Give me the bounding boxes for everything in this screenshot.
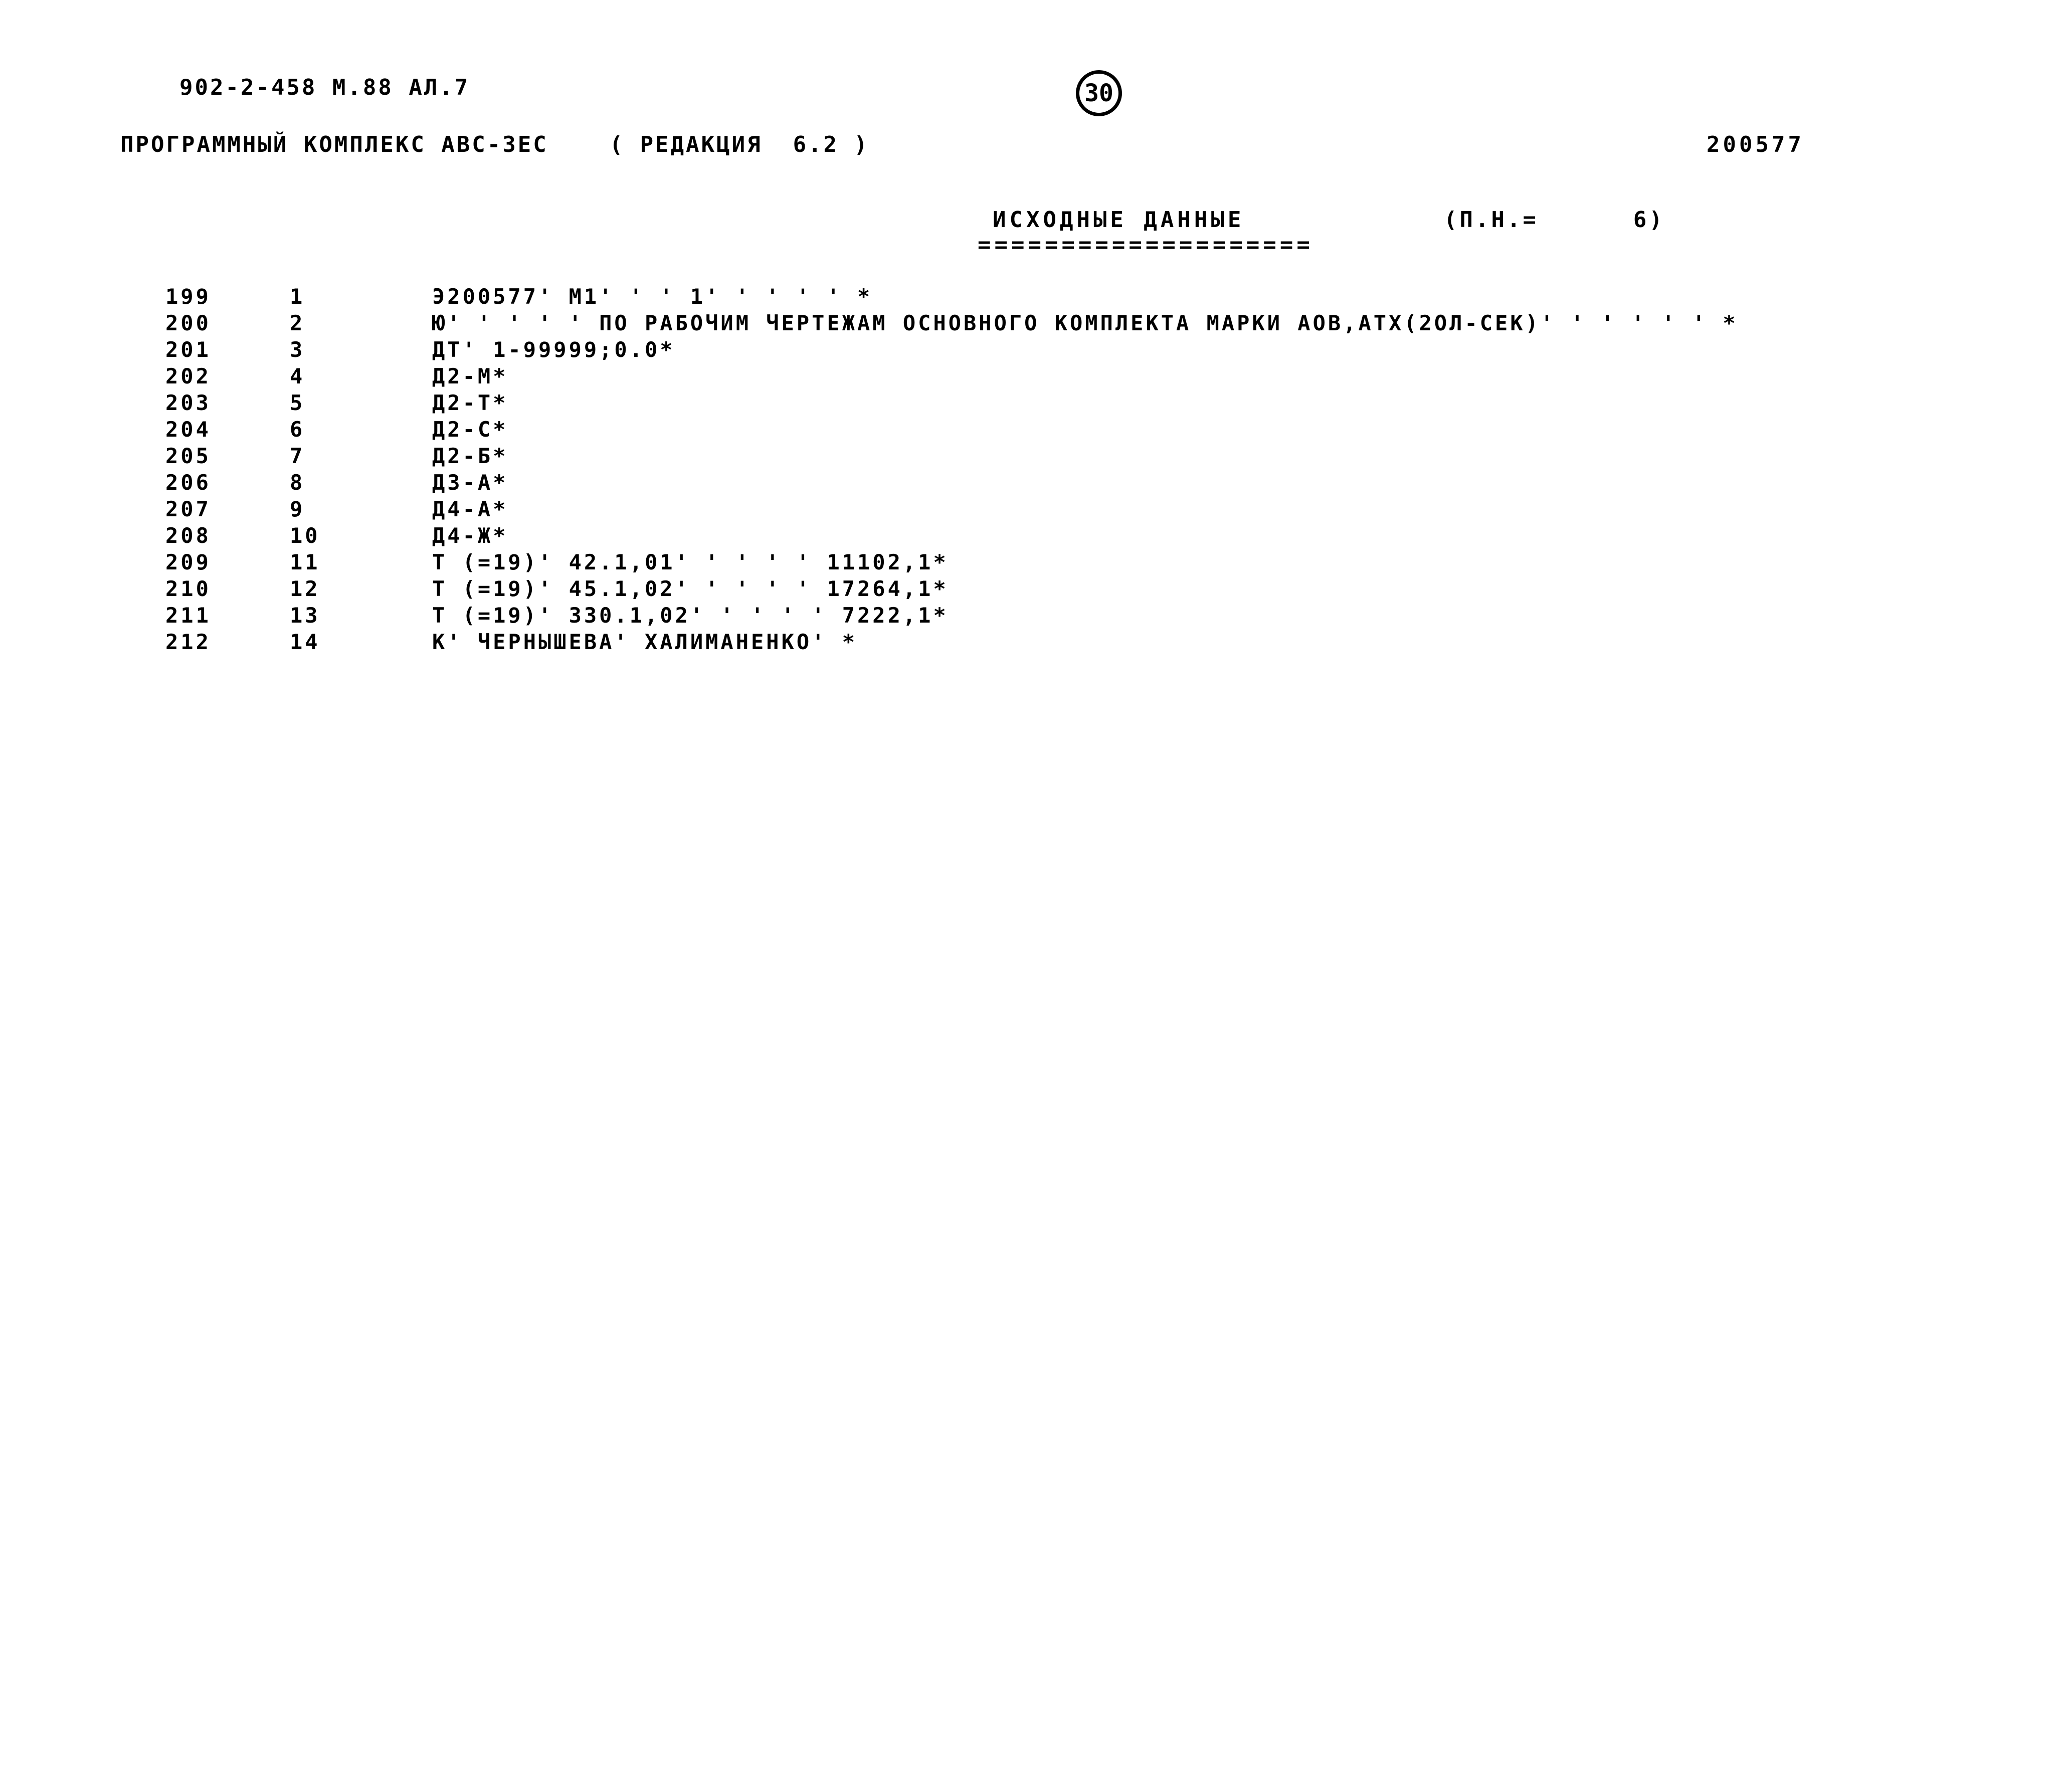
table-row: 200 2 Ю' ' ' ' ' ПО РАБОЧИМ ЧЕРТЕЖАМ ОСНОВ…	[0, 310, 2072, 336]
row-statement-text: Д2-Т*	[432, 390, 508, 415]
row-line-number: 9	[290, 497, 305, 521]
row-line-number: 3	[290, 337, 305, 362]
row-line-number: 2	[290, 311, 305, 335]
row-line-number: 11	[290, 550, 320, 574]
table-row: 202 4 Д2-М*	[0, 363, 2072, 389]
section-pn-label: (П.Н.= 6)	[1444, 207, 1665, 233]
row-sequence-number: 212	[165, 630, 211, 654]
table-row: 212 14 К' ЧЕРНЫШЕВА' ХАЛИМАНЕНКО' *	[0, 629, 2072, 655]
row-sequence-number: 208	[165, 523, 211, 548]
table-row: 201 3 ДТ' 1-99999;0.0*	[0, 336, 2072, 363]
row-line-number: 6	[290, 417, 305, 442]
row-statement-text: Т (=19)' 330.1,02' ' ' ' ' 7222,1*	[432, 603, 949, 628]
row-statement-text: Э200577' М1' ' ' 1' ' ' ' ' *	[432, 284, 873, 309]
row-statement-text: Д2-М*	[432, 364, 508, 388]
row-statement-text: ДТ' 1-99999;0.0*	[432, 337, 675, 362]
row-statement-text: Д4-Ж*	[432, 523, 508, 548]
table-row: 208 10 Д4-Ж*	[0, 522, 2072, 549]
row-statement-text: Ю' ' ' ' ' ПО РАБОЧИМ ЧЕРТЕЖАМ ОСНОВНОГО…	[432, 311, 1738, 335]
table-row: 199 1 Э200577' М1' ' ' 1' ' ' ' ' *	[0, 283, 2072, 310]
row-sequence-number: 204	[165, 417, 211, 442]
row-statement-text: Д2-С*	[432, 417, 508, 442]
row-line-number: 12	[290, 576, 320, 601]
row-line-number: 5	[290, 390, 305, 415]
row-statement-text: Т (=19)' 45.1,02' ' ' ' ' 17264,1*	[432, 576, 949, 601]
row-statement-text: Д2-Б*	[432, 444, 508, 468]
table-row: 206 8 Д3-А*	[0, 469, 2072, 496]
row-line-number: 1	[290, 284, 305, 309]
table-row: 203 5 Д2-Т*	[0, 389, 2072, 416]
row-line-number: 4	[290, 364, 305, 388]
row-sequence-number: 205	[165, 444, 211, 468]
report-code: 200577	[1707, 132, 1804, 157]
row-line-number: 8	[290, 470, 305, 495]
row-sequence-number: 207	[165, 497, 211, 521]
row-sequence-number: 206	[165, 470, 211, 495]
row-sequence-number: 200	[165, 311, 211, 335]
row-sequence-number: 202	[165, 364, 211, 388]
row-statement-text: Д3-А*	[432, 470, 508, 495]
table-row: 204 6 Д2-С*	[0, 416, 2072, 443]
table-row: 210 12 Т (=19)' 45.1,02' ' ' ' ' 17264,1*	[0, 575, 2072, 602]
document-code: 902-2-458 М.88 АЛ.7	[179, 75, 470, 100]
section-underline: ====================	[978, 232, 1313, 258]
section-title: ИСХОДНЫЕ ДАННЫЕ	[993, 207, 1245, 233]
program-complex-line: ПРОГРАММНЫЙ КОМПЛЕКС АВС-3ЕС ( РЕДАКЦИЯ …	[120, 132, 870, 157]
table-row: 205 7 Д2-Б*	[0, 443, 2072, 469]
row-statement-text: К' ЧЕРНЫШЕВА' ХАЛИМАНЕНКО' *	[432, 630, 858, 654]
row-sequence-number: 203	[165, 390, 211, 415]
table-row: 211 13 Т (=19)' 330.1,02' ' ' ' ' 7222,1*	[0, 602, 2072, 629]
row-sequence-number: 210	[165, 576, 211, 601]
listing-table: 199 1 Э200577' М1' ' ' 1' ' ' ' ' * 200 2 Ю' …	[0, 283, 2072, 655]
row-line-number: 14	[290, 630, 320, 654]
row-line-number: 13	[290, 603, 320, 628]
page-number-badge: 30	[1076, 70, 1122, 116]
printout-page: 902-2-458 М.88 АЛ.7 30 ПРОГРАММНЫЙ КОМПЛ…	[0, 0, 2072, 1776]
row-sequence-number: 201	[165, 337, 211, 362]
table-row: 207 9 Д4-А*	[0, 496, 2072, 522]
row-statement-text: Д4-А*	[432, 497, 508, 521]
row-line-number: 7	[290, 444, 305, 468]
row-sequence-number: 199	[165, 284, 211, 309]
table-row: 209 11 Т (=19)' 42.1,01' ' ' ' ' 11102,1*	[0, 549, 2072, 575]
row-statement-text: Т (=19)' 42.1,01' ' ' ' ' 11102,1*	[432, 550, 949, 574]
row-sequence-number: 211	[165, 603, 211, 628]
row-line-number: 10	[290, 523, 320, 548]
row-sequence-number: 209	[165, 550, 211, 574]
